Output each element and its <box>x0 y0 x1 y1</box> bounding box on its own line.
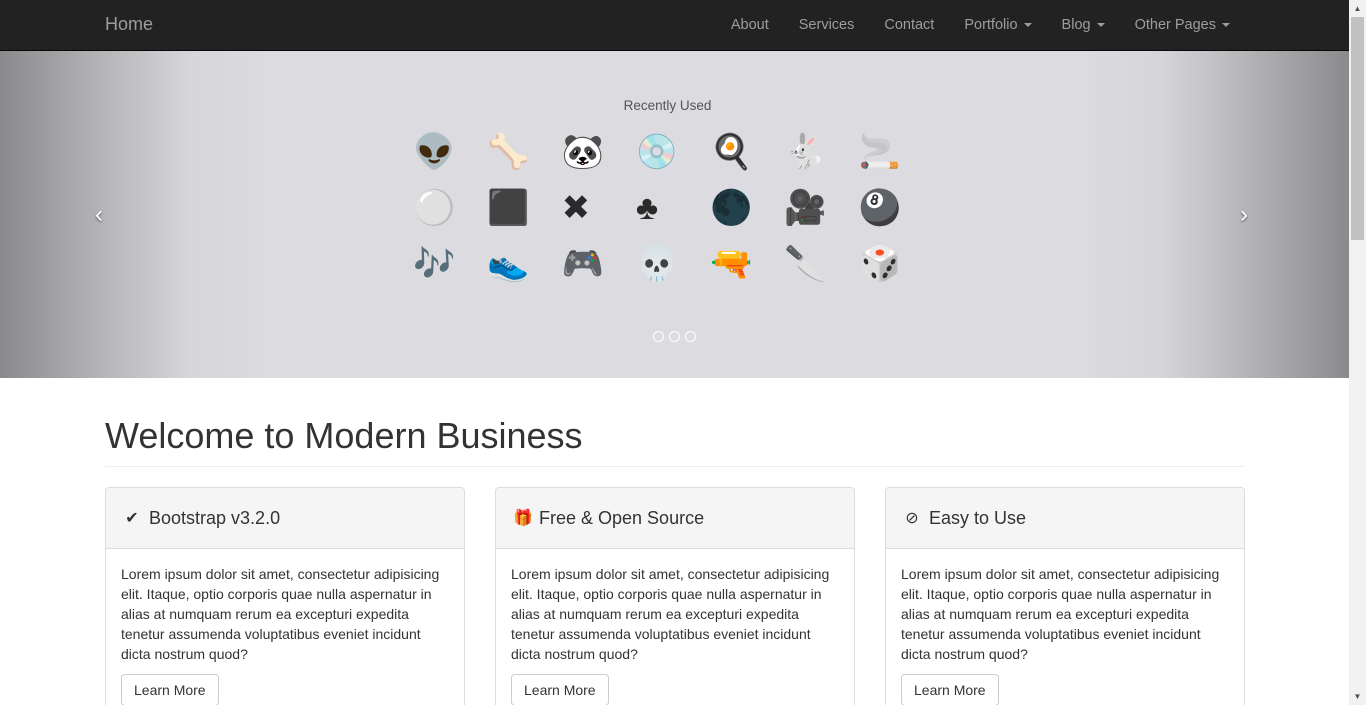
emoji-icon: 🎶 <box>413 245 456 283</box>
emoji-icon: 💀 <box>635 245 679 283</box>
nav-item-portfolio[interactable]: Portfolio <box>949 0 1046 50</box>
emoji-icon: 🦴 <box>487 133 530 171</box>
carousel-slide-image: Recently Used 👽 🦴 🐼 💿 🍳 🐇 🚬 ⚪ ⬛ ✖ ♣ 🌑 🎥 🎱 🎶 👟 🎮 💀 🔫 🔪 🎲 <box>395 81 940 331</box>
nav-item-about[interactable]: About <box>716 0 784 50</box>
feature-panel-bootstrap: ✔ Bootstrap v3.2.0 Lorem ipsum dolor sit… <box>105 487 465 705</box>
panel-text: Lorem ipsum dolor sit amet, consectetur … <box>511 566 830 662</box>
caret-down-icon <box>1222 23 1230 27</box>
emoji-icon: ✖ <box>561 189 591 227</box>
page-header: Welcome to Modern Business <box>105 415 1245 467</box>
emoji-icon: 🔪 <box>784 245 827 283</box>
carousel-indicator-dot[interactable] <box>685 331 696 342</box>
emoji-icon: ⬛ <box>487 189 530 227</box>
carousel-prev-button[interactable]: ‹ <box>95 201 103 229</box>
carousel-indicator-dot[interactable] <box>653 331 664 342</box>
compass-icon: ⊘ <box>905 510 919 527</box>
page-scrollbar[interactable]: ▲ ▼ <box>1349 0 1366 705</box>
emoji-icon: 👽 <box>413 133 456 171</box>
panel-text: Lorem ipsum dolor sit amet, consectetur … <box>121 566 440 662</box>
panel-heading: 🎁 Free & Open Source <box>496 488 854 549</box>
panel-body: Lorem ipsum dolor sit amet, consectetur … <box>106 549 464 705</box>
nav-item-other-pages[interactable]: Other Pages <box>1120 0 1245 50</box>
emoji-icon: 🐇 <box>784 133 827 171</box>
panel-body: Lorem ipsum dolor sit amet, consectetur … <box>496 549 854 705</box>
emoji-icon: 🎲 <box>858 245 902 283</box>
navbar: Home About Services Contact Portfolio Bl… <box>0 0 1349 51</box>
panel-heading: ⊘ Easy to Use <box>886 488 1244 549</box>
emoji-icon: 🎱 <box>858 189 902 227</box>
emoji-icon: 🌑 <box>710 189 753 227</box>
nav-item-label: Contact <box>884 17 935 33</box>
emoji-icon: 🐼 <box>561 133 604 171</box>
hero-carousel: Recently Used 👽 🦴 🐼 💿 🍳 🐇 🚬 ⚪ ⬛ ✖ ♣ 🌑 🎥 🎱 🎶 👟 🎮 💀 🔫 🔪 🎲 ‹ › <box>0 51 1349 378</box>
scroll-down-arrow-icon[interactable]: ▼ <box>1349 688 1366 705</box>
nav-item-label: About <box>730 17 769 33</box>
panel-heading: ✔ Bootstrap v3.2.0 <box>106 488 464 549</box>
emoji-icon: 🍳 <box>710 133 753 171</box>
emoji-icon: 🎮 <box>561 245 604 283</box>
nav-item-label: Blog <box>1061 17 1091 33</box>
panel-title: Bootstrap v3.2.0 <box>149 507 281 528</box>
emoji-grid: 👽 🦴 🐼 💿 🍳 🐇 🚬 ⚪ ⬛ ✖ ♣ 🌑 🎥 🎱 🎶 👟 🎮 💀 🔫 🔪 🎲 <box>409 124 929 292</box>
emoji-row: 🎶 👟 🎮 💀 🔫 🔪 🎲 <box>409 236 929 292</box>
check-icon: ✔ <box>125 510 139 527</box>
nav-item-contact[interactable]: Contact <box>869 0 949 50</box>
nav-item-label: Services <box>798 17 855 33</box>
emoji-icon: ⚪ <box>413 189 456 227</box>
nav-item-services[interactable]: Services <box>784 0 870 50</box>
scrollbar-thumb[interactable] <box>1351 17 1364 240</box>
panel-text: Lorem ipsum dolor sit amet, consectetur … <box>901 566 1220 662</box>
feature-panel-open-source: 🎁 Free & Open Source Lorem ipsum dolor s… <box>495 487 855 705</box>
caret-down-icon <box>1023 23 1032 27</box>
scroll-up-arrow-icon[interactable]: ▲ <box>1349 0 1366 17</box>
nav-item-label: Other Pages <box>1134 17 1216 33</box>
caret-down-icon <box>1096 23 1105 27</box>
carousel-indicator-dot[interactable] <box>669 331 680 342</box>
gift-icon: 🎁 <box>513 510 533 527</box>
emoji-icon: 🔫 <box>710 245 753 283</box>
learn-more-button[interactable]: Learn More <box>901 674 999 705</box>
emoji-icon: 💿 <box>635 133 679 171</box>
learn-more-button[interactable]: Learn More <box>511 674 609 705</box>
nav-item-blog[interactable]: Blog <box>1047 0 1120 50</box>
carousel-next-button[interactable]: › <box>1240 201 1248 229</box>
nav-item-label: Portfolio <box>964 17 1018 33</box>
slide-title: Recently Used <box>623 98 712 113</box>
nav-menu: About Services Contact Portfolio Blog Ot… <box>716 0 1245 50</box>
panel-title: Free & Open Source <box>539 507 705 528</box>
page-title: Welcome to Modern Business <box>105 415 583 456</box>
panel-body: Lorem ipsum dolor sit amet, consectetur … <box>886 549 1244 705</box>
emoji-icon: 🎥 <box>784 189 827 227</box>
feature-panel-easy-to-use: ⊘ Easy to Use Lorem ipsum dolor sit amet… <box>885 487 1245 705</box>
brand-home-link[interactable]: Home <box>105 14 153 35</box>
emoji-row: 👽 🦴 🐼 💿 🍳 🐇 🚬 <box>409 124 929 180</box>
panel-title: Easy to Use <box>929 507 1027 528</box>
emoji-icon: 🚬 <box>858 133 902 171</box>
emoji-row: ⚪ ⬛ ✖ ♣ 🌑 🎥 🎱 <box>409 180 929 236</box>
carousel-indicators <box>653 331 696 342</box>
learn-more-button[interactable]: Learn More <box>121 674 219 705</box>
emoji-icon: 👟 <box>487 245 530 283</box>
emoji-icon: ♣ <box>635 188 659 227</box>
